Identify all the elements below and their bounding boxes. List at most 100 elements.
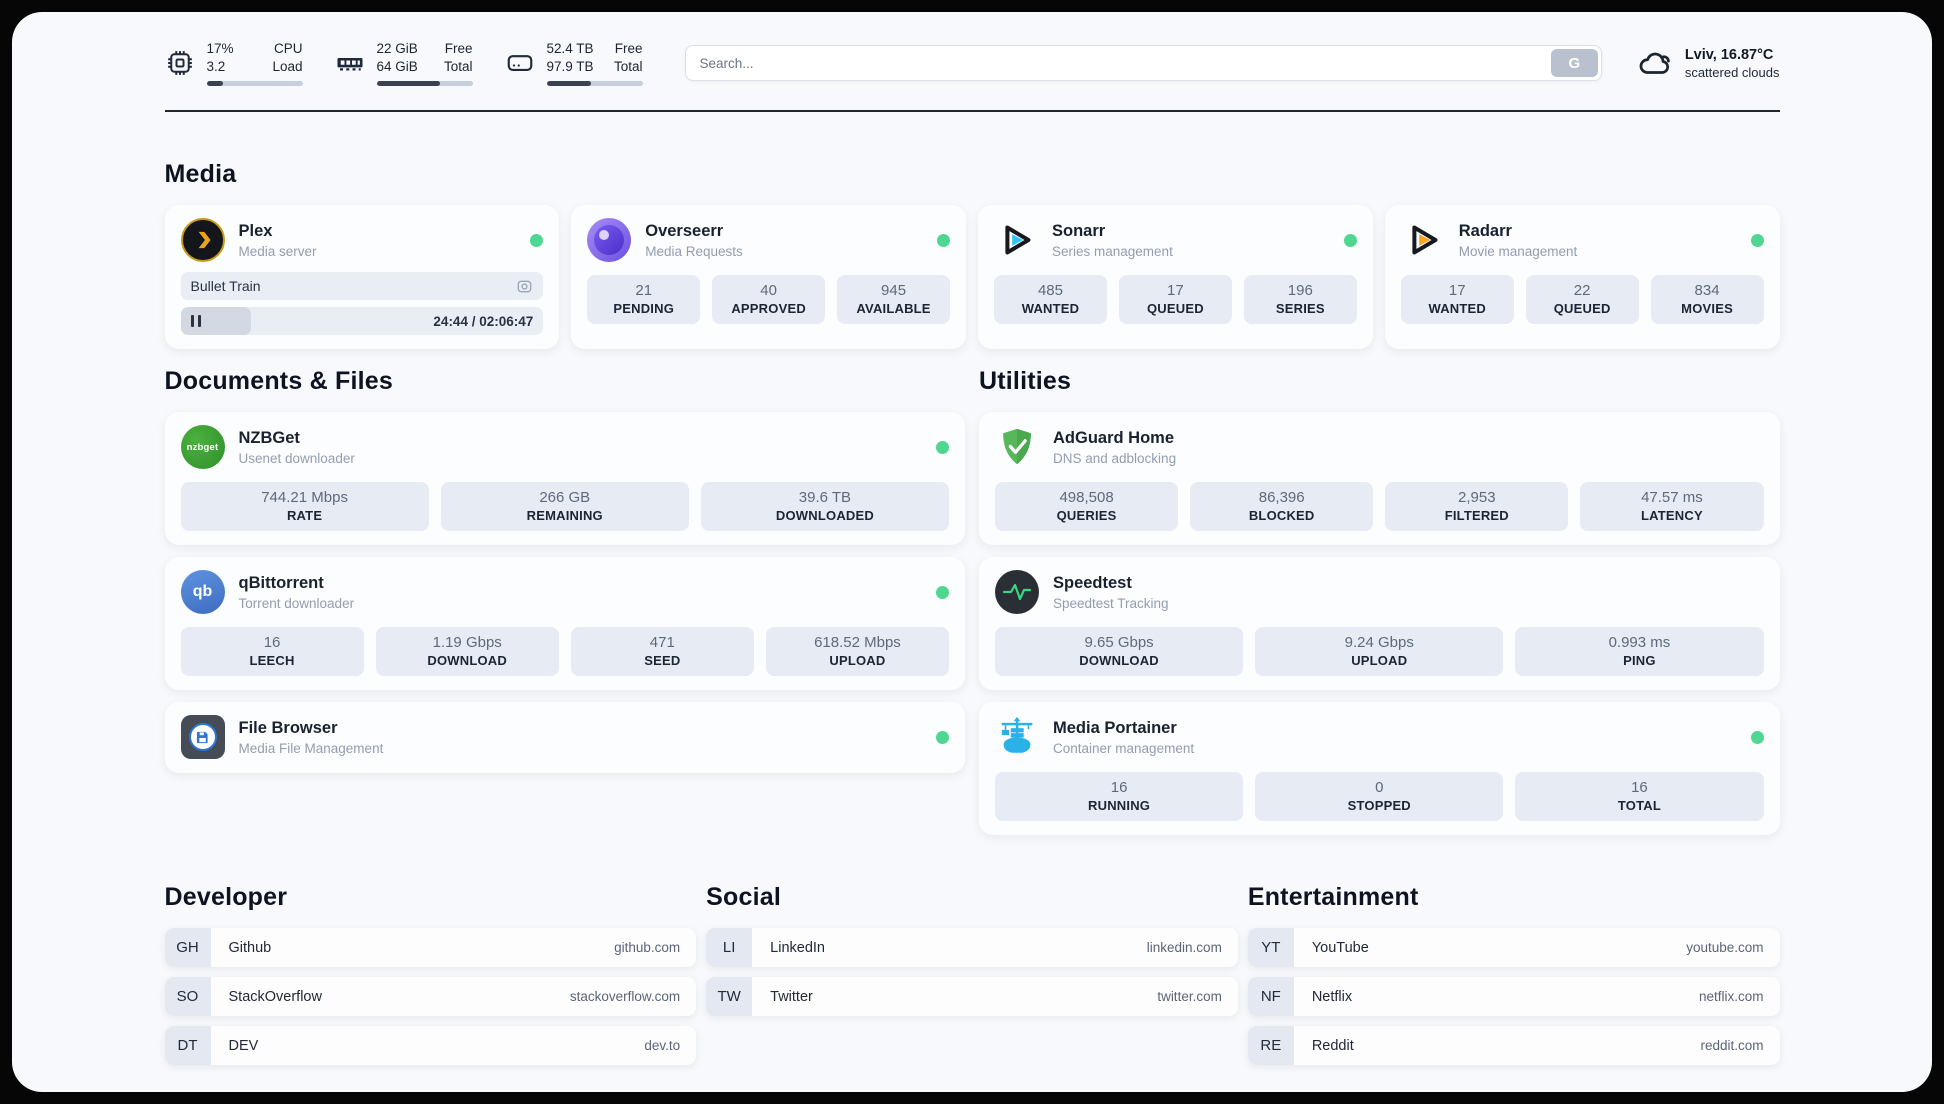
bookmark-netflix[interactable]: NF Netflix netflix.com	[1247, 977, 1780, 1016]
stat-tile: 21 PENDING	[587, 275, 701, 324]
stat-tile: 17 QUEUED	[1118, 275, 1232, 324]
disk-free-label: Free	[614, 41, 643, 57]
app-card-nzbget[interactable]: nzbget NZBGet Usenet downloader 744.21 M…	[164, 412, 965, 545]
stat-tile: 834 MOVIES	[1650, 275, 1764, 324]
filebrowser-icon	[180, 715, 225, 759]
stat-tile: 16 RUNNING	[995, 772, 1244, 821]
stat-tile: 39.6 TB DOWNLOADED	[700, 482, 950, 531]
cloud-icon	[1639, 52, 1670, 74]
weather-location-temp: Lviv, 16.87°C	[1684, 46, 1774, 63]
app-name: Speedtest	[1053, 573, 1132, 592]
status-dot	[530, 233, 544, 247]
dashboard-page: 17% 3.2 CPU Load 22 GiB 64 GiB Free Tota…	[12, 12, 1932, 1092]
disk-progress-fill	[546, 80, 591, 86]
bookmark-abbr: DT	[164, 1026, 211, 1065]
bookmark-url: github.com	[614, 940, 681, 955]
stat-tile: 0 STOPPED	[1255, 772, 1504, 821]
cpu-load-label: Load	[272, 59, 303, 74]
weather-widget: Lviv, 16.87°C scattered clouds	[1636, 44, 1780, 82]
bookmark-abbr: SO	[164, 977, 211, 1016]
status-dot	[1750, 233, 1764, 247]
bookmark-reddit[interactable]: RE Reddit reddit.com	[1247, 1026, 1780, 1065]
disk-stat-widget: 52.4 TB 97.9 TB Free Total	[505, 40, 643, 86]
cpu-progress-bar	[206, 80, 303, 86]
documents-section-title: Documents & Files	[164, 367, 393, 395]
app-description: Media Requests	[645, 243, 743, 259]
bookmark-github[interactable]: GH Github github.com	[164, 928, 697, 967]
playback-progress-bar[interactable]: 24:44 / 02:06:47	[180, 307, 544, 335]
overseerr-icon	[587, 218, 632, 262]
header-divider	[164, 110, 1780, 112]
app-name: Plex	[238, 221, 273, 240]
app-card-adguard[interactable]: AdGuard Home DNS and adblocking 498,508 …	[979, 412, 1780, 545]
stat-tile: 196 SERIES	[1243, 275, 1357, 324]
stat-tile: 40 APPROVED	[712, 275, 826, 324]
app-card-sonarr[interactable]: Sonarr Series management 485 WANTED 17 Q…	[978, 205, 1373, 349]
bookmark-youtube[interactable]: YT YouTube youtube.com	[1247, 928, 1780, 967]
cpu-progress-fill	[206, 80, 223, 86]
section-social: Social LI LinkedIn linkedin.com TW Twitt…	[706, 883, 1238, 1026]
app-name: NZBGet	[238, 428, 300, 447]
bookmark-abbr: LI	[706, 928, 753, 967]
bookmark-url: dev.to	[644, 1038, 681, 1053]
bookmark-name: LinkedIn	[770, 939, 825, 956]
app-description: Media server	[238, 243, 317, 259]
bookmark-name: Twitter	[770, 988, 813, 1005]
search-input[interactable]	[684, 45, 1602, 81]
bookmark-stackoverflow[interactable]: SO StackOverflow stackoverflow.com	[164, 977, 697, 1016]
stat-tile: 47.57 ms LATENCY	[1580, 482, 1764, 531]
developer-section-title: Developer	[164, 883, 288, 911]
app-card-radarr[interactable]: Radarr Movie management 17 WANTED 22 QUE…	[1384, 205, 1780, 349]
app-name: Radarr	[1458, 221, 1512, 240]
stat-tile: 17 WANTED	[1400, 275, 1514, 324]
app-card-plex[interactable]: Plex Media server Bullet Train 24:44 / 0…	[164, 205, 560, 349]
search-bar: G	[684, 45, 1602, 81]
app-description: Series management	[1052, 243, 1173, 259]
cpu-stat-widget: 17% 3.2 CPU Load	[165, 40, 303, 86]
bookmark-twitter[interactable]: TW Twitter twitter.com	[706, 977, 1238, 1016]
app-name: qBittorrent	[238, 573, 324, 592]
bookmark-name: StackOverflow	[228, 988, 322, 1005]
app-card-overseerr[interactable]: Overseerr Media Requests 21 PENDING 40 A…	[571, 205, 966, 349]
section-entertainment: Entertainment YT YouTube youtube.com NF …	[1247, 883, 1780, 1075]
playback-time: 24:44 / 02:06:47	[433, 313, 534, 329]
app-description: Movie management	[1458, 243, 1578, 259]
app-name: Overseerr	[645, 221, 724, 240]
app-card-portainer[interactable]: Media Portainer Container management 16 …	[979, 702, 1780, 835]
disk-progress-bar	[546, 80, 643, 86]
stat-tile: 9.65 Gbps DOWNLOAD	[995, 627, 1244, 676]
cpu-icon	[167, 51, 192, 75]
memory-progress-fill	[376, 80, 440, 86]
entertainment-section-title: Entertainment	[1247, 883, 1419, 911]
app-card-speedtest[interactable]: Speedtest Speedtest Tracking 9.65 Gbps D…	[979, 557, 1780, 690]
app-name: AdGuard Home	[1053, 428, 1175, 447]
app-name: Media Portainer	[1053, 718, 1177, 737]
bookmark-url: linkedin.com	[1146, 940, 1222, 955]
disk-total-value: 97.9 TB	[546, 59, 594, 74]
stat-tile: 945 AVAILABLE	[837, 275, 951, 324]
section-developer: Developer GH Github github.com SO StackO…	[164, 883, 697, 1075]
bookmark-linkedin[interactable]: LI LinkedIn linkedin.com	[706, 928, 1238, 967]
utilities-section-title: Utilities	[979, 367, 1072, 395]
app-description: Usenet downloader	[238, 450, 355, 466]
radarr-icon	[1401, 218, 1445, 262]
plex-icon	[180, 218, 225, 262]
search-engine-button[interactable]: G	[1550, 49, 1598, 77]
status-dot	[936, 730, 949, 744]
app-card-qbittorrent[interactable]: qb qBittorrent Torrent downloader 16 LEE…	[164, 557, 965, 690]
app-card-filebrowser[interactable]: File Browser Media File Management	[164, 702, 965, 773]
bookmark-name: Netflix	[1311, 988, 1353, 1005]
app-name: File Browser	[238, 718, 338, 737]
bookmark-dev[interactable]: DT DEV dev.to	[164, 1026, 697, 1065]
bookmark-abbr: NF	[1247, 977, 1294, 1016]
disk-icon	[507, 55, 532, 71]
bookmark-abbr: RE	[1247, 1026, 1294, 1065]
nzbget-icon: nzbget	[180, 425, 225, 469]
disk-free-value: 52.4 TB	[546, 41, 594, 57]
stat-tile: 9.24 Gbps UPLOAD	[1255, 627, 1504, 676]
bookmark-name: Github	[228, 939, 272, 956]
status-dot	[1343, 233, 1357, 247]
speedtest-icon	[995, 570, 1039, 614]
app-name: Sonarr	[1052, 221, 1106, 240]
pause-icon[interactable]	[190, 315, 201, 327]
